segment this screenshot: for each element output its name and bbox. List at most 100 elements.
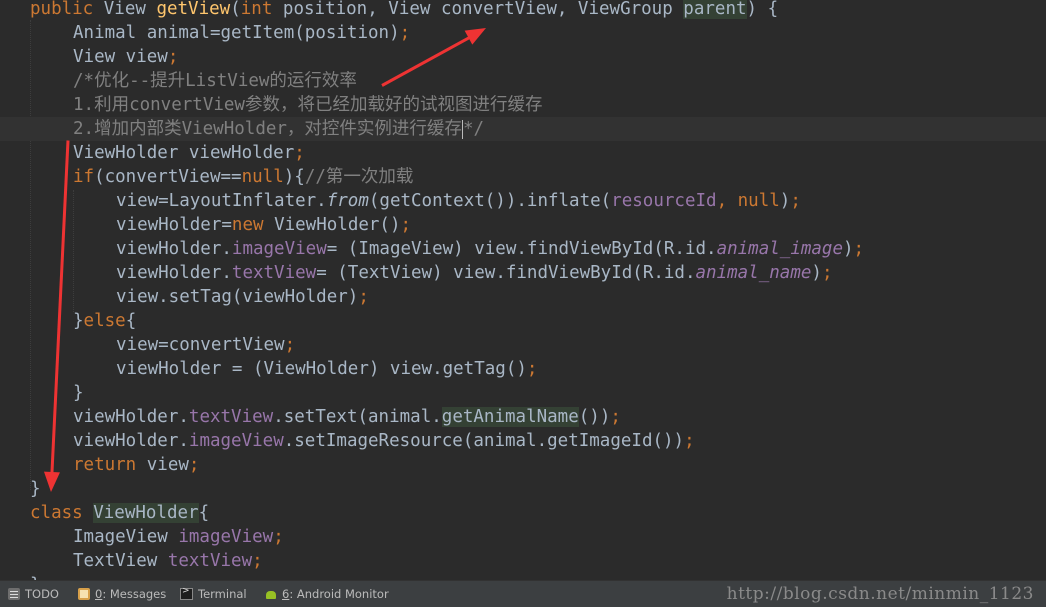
messages-label: : Messages: [102, 587, 167, 601]
code-text: /*优化--提升ListView的运行效率: [73, 69, 357, 93]
code-token: ;: [284, 335, 296, 355]
code-token: (convertView==: [94, 167, 242, 187]
code-token: from: [326, 191, 369, 211]
code-line[interactable]: view=LayoutInflater.from(getContext()).i…: [0, 189, 1046, 213]
code-editor[interactable]: public View getView(int position, View c…: [0, 0, 1046, 580]
code-token: ;: [821, 263, 833, 283]
code-token: ){: [283, 167, 305, 187]
code-token: /*优化--提升ListView的运行效率: [73, 71, 357, 91]
code-token: viewHolder.: [73, 431, 189, 451]
code-line[interactable]: ViewHolder viewHolder;: [0, 141, 1046, 165]
code-line[interactable]: }else{: [0, 309, 1046, 333]
todo-label: TODO: [25, 587, 59, 601]
code-token: .setImageResource(animal.getImageId()): [283, 431, 685, 451]
code-token: = (TextView) view.findViewById(R.id.: [316, 263, 696, 283]
code-token: ): [779, 191, 791, 211]
code-line[interactable]: TextView textView;: [0, 549, 1046, 573]
code-text: public View getView(int position, View c…: [30, 0, 778, 21]
code-token: ImageView: [73, 527, 179, 547]
code-text: }: [73, 381, 84, 405]
android-monitor-tool-button[interactable]: 6: Android Monitor: [265, 581, 389, 607]
code-line[interactable]: View view;: [0, 45, 1046, 69]
code-token: resourceId: [611, 191, 717, 211]
code-text: TextView textView;: [73, 549, 263, 573]
code-line[interactable]: }: [0, 573, 1046, 580]
code-token: ;: [790, 191, 801, 211]
code-text: view=convertView;: [116, 333, 295, 357]
code-token: ;: [294, 143, 305, 163]
code-token: position, View convertView, ViewGroup: [282, 0, 684, 19]
code-token: ;: [400, 215, 412, 235]
code-token: TextView: [73, 551, 168, 571]
code-text: view.setTag(viewHolder);: [116, 285, 369, 309]
code-token: (: [230, 0, 241, 19]
messages-tool-button[interactable]: 0: Messages: [78, 581, 166, 607]
code-token: else: [83, 311, 126, 331]
code-line[interactable]: view=convertView;: [0, 333, 1046, 357]
status-bar: TODO 0: Messages Terminal 6: Android Mon…: [0, 580, 1046, 607]
code-line[interactable]: viewHolder = (ViewHolder) view.getTag();: [0, 357, 1046, 381]
code-line[interactable]: return view;: [0, 453, 1046, 477]
code-line[interactable]: /*优化--提升ListView的运行效率: [0, 69, 1046, 93]
code-text: viewHolder.imageView.setImageResource(an…: [73, 429, 695, 453]
code-token: null: [241, 167, 284, 187]
code-token: viewHolder=: [116, 215, 232, 235]
code-token: ;: [610, 407, 621, 427]
code-text: 2.增加内部类ViewHolder，对控件实例进行缓存*/: [73, 117, 484, 141]
code-text: viewHolder = (ViewHolder) view.getTag();: [116, 357, 537, 381]
code-line[interactable]: viewHolder.imageView= (ImageView) view.f…: [0, 237, 1046, 261]
code-text: class ViewHolder{: [30, 501, 209, 525]
code-token: view: [146, 455, 189, 475]
code-token: }: [73, 311, 84, 331]
code-token: ;: [252, 551, 263, 571]
code-line[interactable]: viewHolder.imageView.setImageResource(an…: [0, 429, 1046, 453]
todo-tool-button[interactable]: TODO: [8, 581, 59, 607]
code-token: view=convertView: [116, 335, 285, 355]
code-token: , null: [716, 191, 780, 211]
code-token: View view: [73, 47, 168, 67]
code-line[interactable]: if(convertView==null){//第一次加载: [0, 165, 1046, 189]
code-token: viewHolder = (ViewHolder) view.getTag(): [116, 359, 527, 379]
code-token: view=LayoutInflater.: [116, 191, 327, 211]
terminal-label: Terminal: [198, 587, 247, 601]
code-line[interactable]: viewHolder.textView= (TextView) view.fin…: [0, 261, 1046, 285]
code-token: ) {: [746, 0, 779, 19]
code-text: return view;: [73, 453, 199, 477]
code-token: {: [125, 311, 137, 331]
code-line[interactable]: view.setTag(viewHolder);: [0, 285, 1046, 309]
code-line[interactable]: Animal animal=getItem(position);: [0, 21, 1046, 45]
code-token: Animal animal=getItem(position): [73, 23, 400, 43]
code-token: = (ImageView) view.findViewById(R.id.: [326, 239, 717, 259]
code-line[interactable]: 1.利用convertView参数，将已经加载好的试视图进行缓存: [0, 93, 1046, 117]
code-token: ;: [399, 23, 411, 43]
terminal-icon: [180, 586, 193, 600]
code-token: ;: [853, 239, 865, 259]
code-token: (getContext()).inflate(: [368, 191, 612, 211]
code-token: ): [811, 263, 822, 283]
code-token: ViewHolder: [93, 503, 199, 523]
code-token: getAnimalName: [441, 407, 579, 427]
code-token: class: [30, 503, 94, 523]
code-token: parent: [683, 0, 747, 19]
code-token: 2.增加内部类ViewHolder，对控件实例进行缓存: [73, 119, 462, 139]
code-token: int: [240, 0, 283, 19]
code-token: if: [73, 167, 95, 187]
android-icon: [265, 588, 277, 600]
code-token: getView: [156, 0, 231, 19]
code-line[interactable]: viewHolder.textView.setText(animal.getAn…: [0, 405, 1046, 429]
code-line[interactable]: ImageView imageView;: [0, 525, 1046, 549]
code-text: 1.利用convertView参数，将已经加载好的试视图进行缓存: [73, 93, 542, 117]
code-line[interactable]: 2.增加内部类ViewHolder，对控件实例进行缓存*/: [0, 117, 1046, 141]
code-token: ViewHolder viewHolder: [73, 143, 295, 163]
code-token: 1.利用convertView参数，将已经加载好的试视图进行缓存: [73, 95, 543, 115]
code-token: ;: [167, 47, 179, 67]
code-token: ()): [578, 407, 611, 427]
code-line[interactable]: viewHolder=new ViewHolder();: [0, 213, 1046, 237]
code-line[interactable]: }: [0, 381, 1046, 405]
code-text: viewHolder=new ViewHolder();: [116, 213, 411, 237]
code-line[interactable]: }: [0, 477, 1046, 501]
code-line[interactable]: class ViewHolder{: [0, 501, 1046, 525]
code-line[interactable]: public View getView(int position, View c…: [0, 0, 1046, 21]
terminal-tool-button[interactable]: Terminal: [180, 581, 247, 607]
code-token: {: [198, 503, 210, 523]
